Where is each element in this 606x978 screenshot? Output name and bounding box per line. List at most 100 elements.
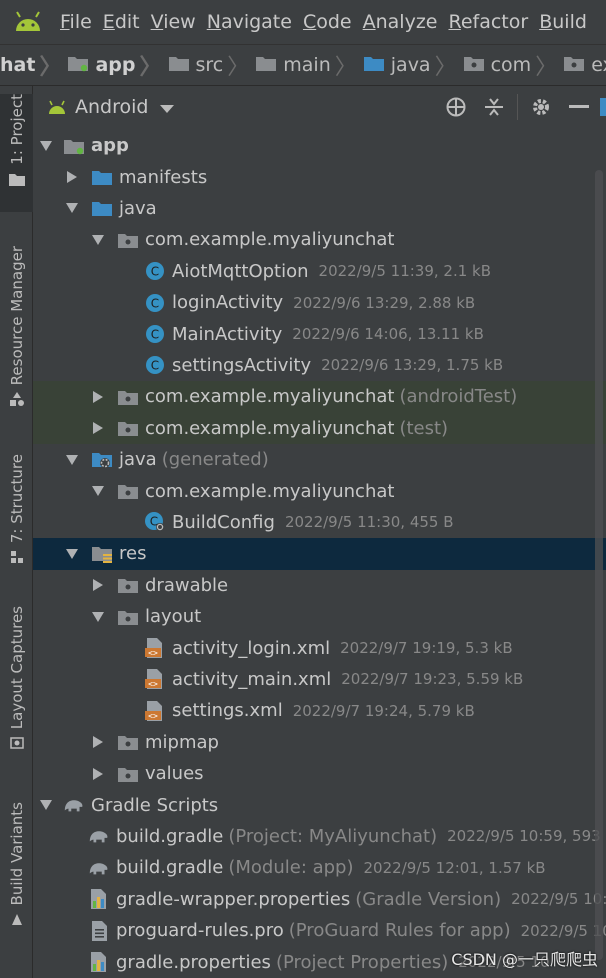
tree-node-suffix: (Module: app) [228, 857, 354, 879]
text-file-icon [88, 920, 110, 942]
tool-tab-build-variants[interactable]: Build Variants [0, 802, 33, 934]
collapsed-arrow-icon[interactable] [91, 422, 105, 435]
tree-node-gradle-scripts[interactable]: Gradle Scripts [33, 789, 606, 820]
expand-arrow-icon[interactable] [91, 234, 105, 245]
collapsed-arrow-icon[interactable] [91, 390, 105, 403]
tree-node-app[interactable]: app [33, 130, 606, 161]
svg-text:C: C [151, 296, 159, 310]
tree-node-layout[interactable]: layout [33, 601, 606, 632]
tree-node-label: gradle.properties [116, 951, 271, 973]
breadcrumb-item-app[interactable]: app 〉 [67, 45, 167, 85]
expand-arrow-icon[interactable] [91, 611, 105, 622]
file-meta: 2022/9/5 10:59, 593 [447, 827, 601, 846]
tree-node-class[interactable]: C BuildConfig 2022/9/5 11:30, 455 B [33, 507, 606, 538]
expand-arrow-icon[interactable] [65, 203, 79, 214]
folder-icon [168, 54, 190, 77]
chevron-right-icon: 〉 [39, 55, 62, 80]
expand-arrow-icon[interactable] [91, 486, 105, 497]
tree-node-mipmap[interactable]: mipmap [33, 727, 606, 758]
breadcrumb-label: java [390, 54, 431, 76]
tree-node-xml-file[interactable]: <> activity_login.xml 2022/9/7 19:19, 5.… [33, 632, 606, 663]
tree-node-label: manifests [119, 166, 208, 188]
expand-arrow-icon[interactable] [39, 800, 53, 811]
tree-node-label: Gradle Scripts [91, 794, 219, 816]
tree-node-label: activity_main.xml [172, 668, 332, 690]
chevron-right-icon: 〉 [434, 55, 457, 80]
tree-node-properties-file[interactable]: gradle-wrapper.properties (Gradle Versio… [33, 884, 606, 915]
tool-tab-project[interactable]: 1: Project [0, 94, 33, 212]
tree-node-package-android-test[interactable]: com.example.myaliyunchat (androidTest) [33, 381, 606, 413]
tree-node-xml-file[interactable]: <> activity_main.xml 2022/9/7 19:23, 5.5… [33, 664, 606, 695]
expand-arrow-icon[interactable] [65, 548, 79, 559]
tree-node-text-file[interactable]: proguard-rules.pro (ProGuard Rules for a… [33, 915, 606, 946]
gear-icon[interactable] [522, 86, 560, 128]
file-meta: 2022/9/5 12:01, 1.57 kB [363, 858, 546, 877]
tree-node-package-test[interactable]: com.example.myaliyunchat (test) [33, 412, 606, 444]
tree-node-label: values [145, 763, 204, 785]
menu-view[interactable]: View [147, 11, 203, 33]
vertical-scrollbar[interactable] [594, 130, 604, 978]
xml-layout-icon: <> [144, 668, 166, 690]
tree-node-suffix: (Project Properties) [275, 951, 449, 973]
breadcrumb-item-main[interactable]: main 〉 [255, 45, 363, 85]
gradle-elephant-icon [88, 857, 110, 879]
collapse-all-icon[interactable] [475, 86, 513, 128]
svg-text:<>: <> [148, 680, 158, 689]
view-mode-selector[interactable]: Android [75, 96, 148, 118]
menu-analyze[interactable]: Analyze [359, 11, 445, 33]
tree-node-class[interactable]: C loginActivity 2022/9/6 13:29, 2.88 kB [33, 287, 606, 318]
tree-node-manifests[interactable]: manifests [33, 161, 606, 192]
collapsed-arrow-icon[interactable] [91, 767, 105, 780]
tree-node-class[interactable]: C AiotMqttOption 2022/9/5 11:39, 2.1 kB [33, 256, 606, 287]
breadcrumb-item-com[interactable]: com 〉 [463, 45, 564, 85]
collapsed-arrow-icon[interactable] [91, 579, 105, 592]
breadcrumb-item-src[interactable]: src 〉 [168, 45, 256, 85]
tool-tab-structure[interactable]: 7: Structure [0, 454, 33, 570]
collapsed-arrow-icon[interactable] [65, 171, 79, 184]
tree-node-label: gradle-wrapper.properties [116, 888, 351, 910]
source-folder-icon [91, 197, 113, 219]
breadcrumb-item-example[interactable]: example 〉 [563, 45, 606, 85]
breadcrumb: hat 〉 app 〉 src 〉 main 〉 java 〉 com 〉 e [0, 44, 606, 86]
tool-tab-resource-manager[interactable]: Resource Manager [0, 246, 33, 421]
tree-node-xml-file[interactable]: <> settings.xml 2022/9/7 19:24, 5.79 kB [33, 695, 606, 726]
scrollbar-thumb[interactable] [595, 170, 603, 960]
tree-node-java-generated[interactable]: java (generated) [33, 444, 606, 475]
menu-refactor[interactable]: Refactor [444, 11, 535, 33]
menu-code[interactable]: Code [299, 11, 359, 33]
tree-node-label: layout [145, 606, 202, 628]
tree-node-package[interactable]: com.example.myaliyunchat [33, 224, 606, 255]
expand-arrow-icon[interactable] [65, 454, 79, 465]
menu-build[interactable]: Build [535, 11, 594, 33]
menu-navigate[interactable]: Navigate [203, 11, 299, 33]
file-meta: 2022/9/6 14:06, 13.11 kB [292, 325, 484, 344]
tool-tab-label: Build Variants [7, 802, 26, 906]
dropdown-arrow-icon[interactable] [160, 98, 175, 117]
file-meta: 2022/9/7 19:24, 5.79 kB [292, 701, 475, 720]
menu-edit[interactable]: Edit [99, 11, 147, 33]
locate-file-icon[interactable] [437, 86, 475, 128]
tree-node-drawable[interactable]: drawable [33, 570, 606, 601]
tool-tab-layout-captures[interactable]: Layout Captures [0, 606, 33, 758]
tree-node-java[interactable]: java [33, 193, 606, 224]
tree-node-class[interactable]: C settingsActivity 2022/9/6 13:29, 1.75 … [33, 350, 606, 381]
breadcrumb-item-java[interactable]: java 〉 [363, 45, 463, 85]
tree-node-res[interactable]: res [33, 538, 606, 570]
tree-node-class[interactable]: C MainActivity 2022/9/6 14:06, 13.11 kB [33, 318, 606, 349]
properties-chart-icon [88, 951, 110, 973]
tree-node-label: MainActivity [172, 323, 283, 345]
package-icon [563, 54, 585, 77]
breadcrumb-item-project[interactable]: hat 〉 [0, 45, 67, 85]
tree-node-values[interactable]: values [33, 758, 606, 789]
shapes-icon [9, 391, 25, 411]
minimize-icon[interactable] [560, 86, 598, 128]
tree-node-gradle-file[interactable]: build.gradle (Project: MyAliyunchat) 202… [33, 821, 606, 852]
tree-node-label: loginActivity [172, 292, 284, 314]
expand-arrow-icon[interactable] [39, 140, 53, 151]
tree-node-label: com.example.myaliyunchat [145, 229, 395, 251]
tree-node-label: AiotMqttOption [172, 260, 309, 282]
menu-file[interactable]: File [56, 11, 99, 33]
tree-node-package[interactable]: com.example.myaliyunchat [33, 475, 606, 506]
collapsed-arrow-icon[interactable] [91, 736, 105, 749]
tree-node-gradle-file[interactable]: build.gradle (Module: app) 2022/9/5 12:0… [33, 852, 606, 883]
